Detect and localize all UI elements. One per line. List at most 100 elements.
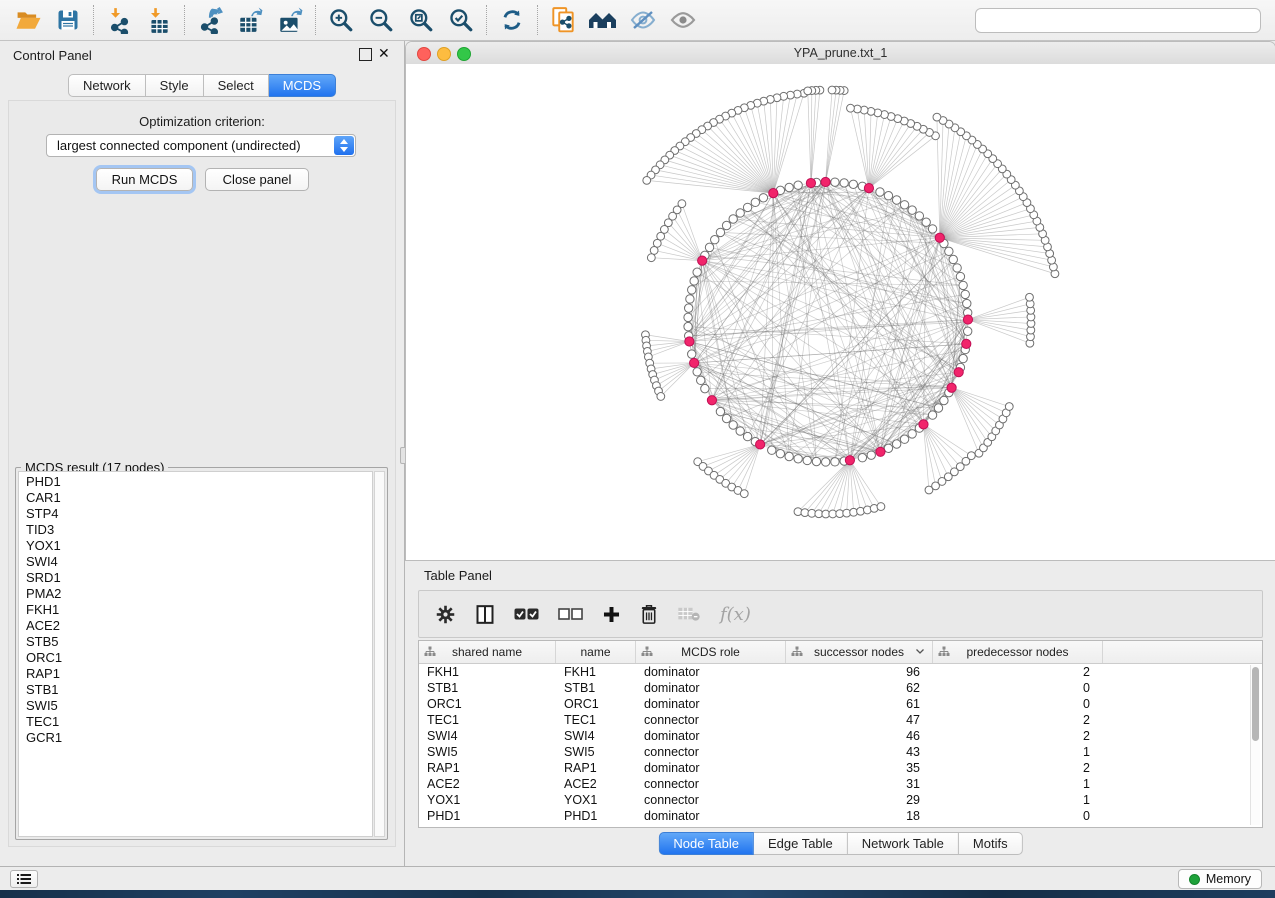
table-row[interactable]: SWI4SWI4dominator462 [419,728,1262,744]
table-cell: FKH1 [556,664,636,680]
tab-node-table[interactable]: Node Table [658,832,754,855]
close-panel-icon[interactable]: ✕ [378,45,390,61]
search-input[interactable] [975,8,1261,33]
table-cell: 46 [786,728,933,744]
table-row[interactable]: RAP1RAP1dominator352 [419,760,1262,776]
table-cell-filler [1103,680,1262,696]
table-cell: 62 [786,680,933,696]
export-network-button[interactable] [190,4,230,36]
mcds-result-item[interactable]: YOX1 [19,538,372,554]
column-header-shared-name[interactable]: shared name [419,641,556,663]
network-window-title: YPA_prune.txt_1 [794,46,888,60]
table-cell: STB1 [556,680,636,696]
main-toolbar [0,0,1275,41]
delete-column-button[interactable] [640,604,658,625]
table-row[interactable]: SWI5SWI5connector431 [419,744,1262,760]
column-header-mcds-role[interactable]: MCDS role [636,641,786,663]
close-panel-button[interactable]: Close panel [205,168,309,191]
tab-style[interactable]: Style [146,74,204,97]
add-column-button[interactable] [602,605,621,624]
table-row[interactable]: ACE2ACE2connector311 [419,776,1262,792]
mcds-result-item[interactable]: TID3 [19,522,372,538]
table-settings-button[interactable] [435,604,456,625]
mcds-result-item[interactable]: STB1 [19,682,372,698]
mcds-result-groupbox: MCDS result (17 nodes) PHD1CAR1STP4TID3Y… [15,467,388,840]
mcds-result-item[interactable]: PHD1 [19,474,372,490]
table-scrollbar[interactable] [1250,665,1260,825]
table-panel: Table Panel ✕ f(x) shared name name [406,564,1275,866]
table-row[interactable]: ORC1ORC1dominator610 [419,696,1262,712]
zoom-fit-button[interactable] [401,4,441,36]
zoom-out-icon [368,7,394,33]
table-cell: 47 [786,712,933,728]
tab-edge-table[interactable]: Edge Table [754,832,848,855]
mcds-result-item[interactable]: ACE2 [19,618,372,634]
hide-selected-button[interactable] [623,4,663,36]
mcds-result-item[interactable]: PMA2 [19,586,372,602]
show-all-button[interactable] [663,4,703,36]
mcds-result-item[interactable]: TEC1 [19,714,372,730]
column-header-successor-nodes[interactable]: successor nodes [786,641,933,663]
refresh-layout-button[interactable] [492,4,532,36]
zoom-out-button[interactable] [361,4,401,36]
column-layout-button[interactable] [475,604,495,625]
control-panel: Control Panel ✕ Network Style Select MCD… [0,41,405,866]
mcds-result-item[interactable]: RAP1 [19,666,372,682]
save-session-button[interactable] [48,4,88,36]
export-table-button[interactable] [230,4,270,36]
mcds-result-item[interactable]: SWI5 [19,698,372,714]
table-scrollbar-thumb[interactable] [1252,667,1259,741]
share-network-document-button[interactable] [543,4,583,36]
mcds-result-item[interactable]: SWI4 [19,554,372,570]
mcds-result-item[interactable]: SRD1 [19,570,372,586]
open-file-button[interactable] [8,4,48,36]
table-row[interactable]: STB1STB1dominator620 [419,680,1262,696]
tab-select[interactable]: Select [204,74,269,97]
tab-motifs[interactable]: Motifs [959,832,1023,855]
import-table-button[interactable] [139,4,179,36]
unchecked-boxes-icon [558,607,583,621]
column-header-name[interactable]: name [556,641,636,663]
mcds-result-item[interactable]: FKH1 [19,602,372,618]
tab-network[interactable]: Network [68,74,146,97]
deselect-all-button[interactable] [558,607,583,621]
mcds-result-item[interactable]: GCR1 [19,730,372,746]
mcds-result-item[interactable]: STP4 [19,506,372,522]
first-neighbors-button[interactable] [583,4,623,36]
mcds-result-item[interactable]: ORC1 [19,650,372,666]
import-network-button[interactable] [99,4,139,36]
tab-network-table[interactable]: Network Table [848,832,959,855]
tab-mcds[interactable]: MCDS [269,74,336,97]
mcds-result-scrollbar[interactable] [374,471,385,837]
zoom-selected-button[interactable] [441,4,481,36]
criterion-dropdown[interactable]: largest connected component (undirected) [46,134,356,157]
table-cell: ORC1 [556,696,636,712]
table-cell: 2 [933,760,1103,776]
trash-icon [640,604,658,625]
table-cell: dominator [636,760,786,776]
table-cell: connector [636,776,786,792]
table-row[interactable]: TEC1TEC1connector472 [419,712,1262,728]
maximize-window-icon[interactable] [457,47,471,61]
share-document-icon [550,6,576,34]
table-cell-filler [1103,776,1262,792]
network-canvas[interactable] [406,64,1275,560]
run-mcds-button[interactable]: Run MCDS [96,168,193,191]
network-window-titlebar[interactable]: YPA_prune.txt_1 [406,42,1275,65]
memory-button[interactable]: Memory [1178,869,1262,889]
table-row[interactable]: FKH1FKH1dominator962 [419,664,1262,680]
zoom-in-button[interactable] [321,4,361,36]
table-row[interactable]: PHD1PHD1dominator180 [419,808,1262,824]
mcds-result-list[interactable]: PHD1CAR1STP4TID3YOX1SWI4SRD1PMA2FKH1ACE2… [18,471,373,837]
task-history-button[interactable] [10,870,38,888]
mcds-result-item[interactable]: CAR1 [19,490,372,506]
close-window-icon[interactable] [417,47,431,61]
column-header-predecessor-nodes[interactable]: predecessor nodes [933,641,1103,663]
table-row[interactable]: YOX1YOX1connector291 [419,792,1262,808]
select-all-button[interactable] [514,607,539,621]
export-image-button[interactable] [270,4,310,36]
float-window-icon[interactable] [359,48,372,61]
mcds-result-item[interactable]: STB5 [19,634,372,650]
minimize-window-icon[interactable] [437,47,451,61]
column-type-icon [938,646,950,657]
